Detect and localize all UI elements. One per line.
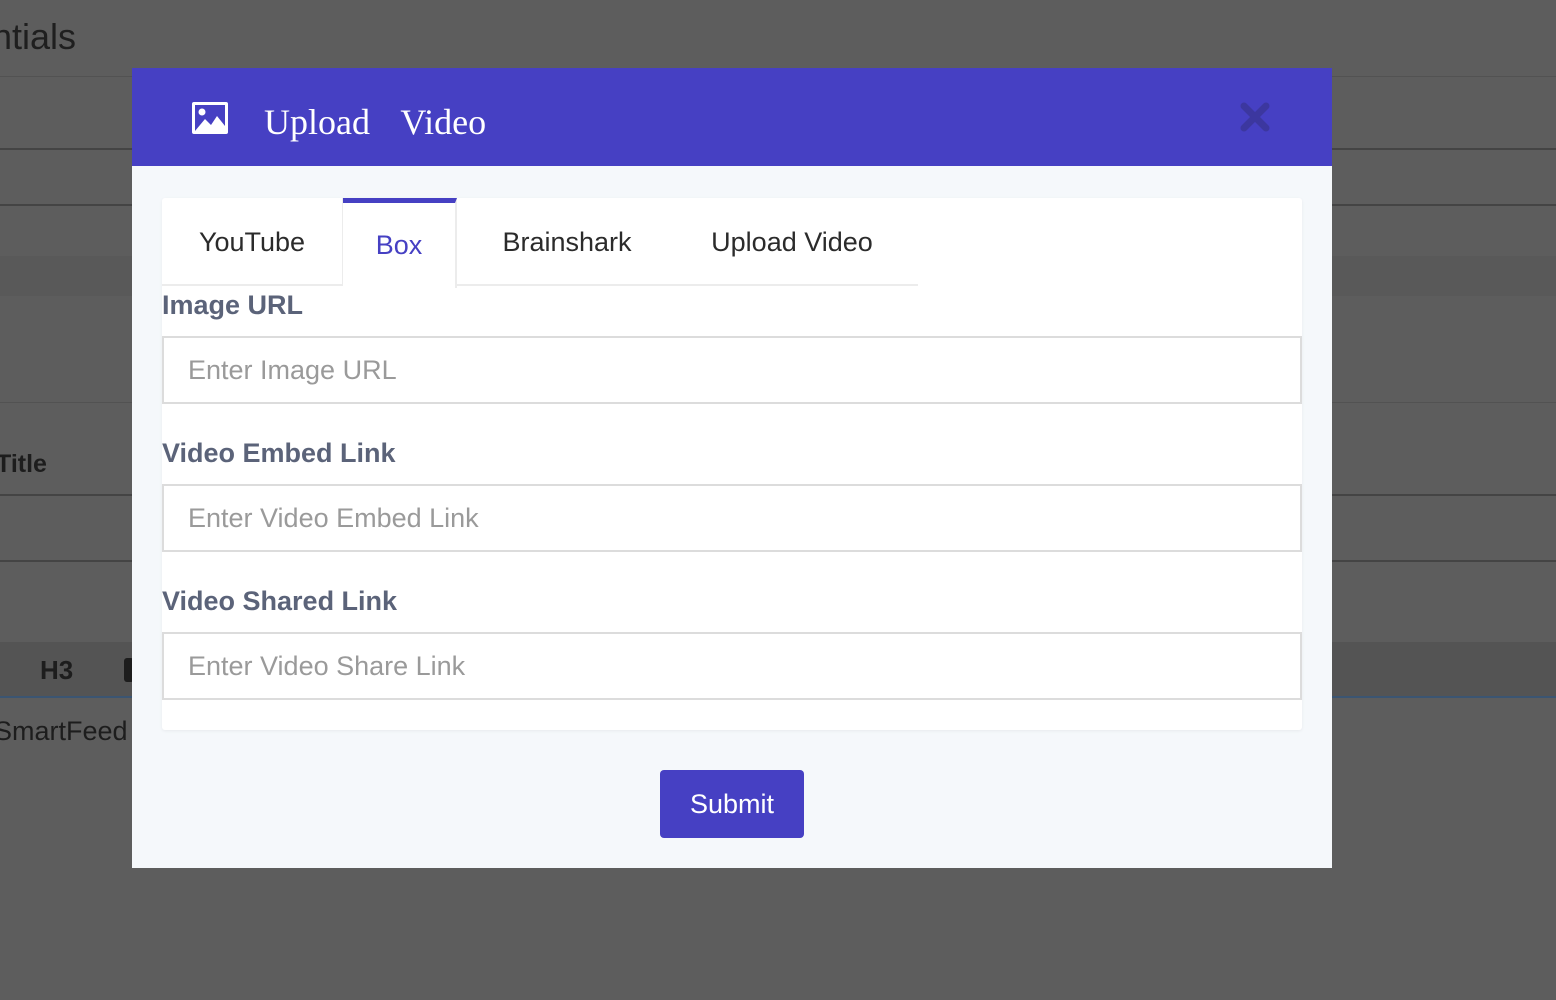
video-embed-link-label: Video Embed Link bbox=[162, 438, 396, 468]
video-shared-link-label: Video Shared Link bbox=[162, 586, 398, 616]
source-tabs: YouTube Box Brainshark Upload Video bbox=[162, 198, 918, 288]
modal-title: Upload Video bbox=[264, 102, 487, 142]
submit-button[interactable]: Submit bbox=[660, 770, 804, 838]
video-embed-link-input[interactable] bbox=[162, 484, 1302, 552]
modal-header: Upload Video bbox=[132, 68, 1332, 166]
tab-youtube[interactable]: YouTube bbox=[162, 198, 343, 286]
image-url-label: Image URL bbox=[162, 290, 304, 320]
toolbar-h3-button: H3 bbox=[40, 655, 74, 685]
video-shared-link-input[interactable] bbox=[162, 632, 1302, 700]
image-url-input[interactable] bbox=[162, 336, 1302, 404]
image-icon bbox=[192, 102, 228, 134]
close-icon[interactable] bbox=[1238, 100, 1272, 134]
title-label: Title bbox=[0, 450, 47, 478]
upload-video-modal: Upload Video YouTube Box Brainshark Uplo… bbox=[132, 68, 1332, 868]
tab-brainshark[interactable]: Brainshark bbox=[457, 198, 677, 286]
tab-upload-video[interactable]: Upload Video bbox=[677, 198, 907, 286]
editor-text: SmartFeed bbox=[0, 716, 128, 746]
page-title: ntials bbox=[0, 16, 77, 57]
video-source-panel: YouTube Box Brainshark Upload Video Imag… bbox=[162, 198, 1302, 730]
tab-box[interactable]: Box bbox=[343, 198, 457, 288]
